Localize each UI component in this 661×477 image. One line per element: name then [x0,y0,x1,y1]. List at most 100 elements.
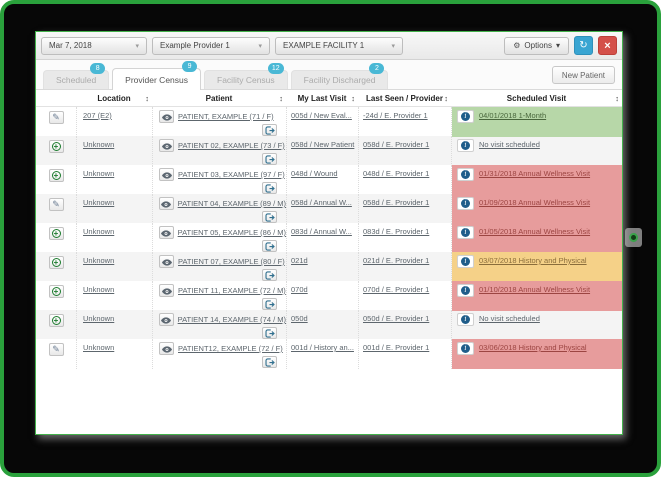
edit-location-button[interactable]: ✎ [49,198,64,211]
transfer-patient-button[interactable] [262,269,277,281]
scheduled-visit-link[interactable]: No visit scheduled [479,314,540,323]
patient-link[interactable]: PATIENT 04, EXAMPLE (89 / M) [178,199,286,208]
info-button[interactable]: i [457,255,474,268]
location-link[interactable]: Unknown [83,256,114,265]
transfer-patient-button[interactable] [262,211,277,223]
info-button[interactable]: i [457,197,474,210]
info-button[interactable]: i [457,342,474,355]
view-patient-button[interactable] [159,284,174,297]
patient-link[interactable]: PATIENT 11, EXAMPLE (72 / M) [178,286,286,295]
info-button[interactable]: i [457,110,474,123]
add-location-button[interactable]: + [49,169,64,182]
location-link[interactable]: Unknown [83,227,114,236]
last-seen-link[interactable]: 050d / E. Provider 1 [363,314,429,323]
my-last-visit-link[interactable]: 001d / History an... [291,343,354,352]
sort-icon[interactable]: ↕ [615,94,619,103]
location-link[interactable]: Unknown [83,198,114,207]
add-location-button[interactable]: + [49,285,64,298]
location-link[interactable]: Unknown [83,314,114,323]
column-header-location[interactable]: Location ↕ [76,94,152,103]
patient-link[interactable]: PATIENT 02, EXAMPLE (73 / F) [178,141,285,150]
tab-provider-census[interactable]: Provider Census 9 [112,68,201,90]
info-button[interactable]: i [457,313,474,326]
last-seen-link[interactable]: 001d / E. Provider 1 [363,343,429,352]
view-patient-button[interactable] [159,226,174,239]
view-patient-button[interactable] [159,139,174,152]
scheduled-visit-link[interactable]: 01/09/2018 Annual Wellness Visit [479,198,590,207]
last-seen-link[interactable]: 048d / E. Provider 1 [363,169,429,178]
add-location-button[interactable]: + [49,256,64,269]
scheduled-visit-link[interactable]: 04/01/2018 1-Month [479,111,546,120]
transfer-patient-button[interactable] [262,124,277,136]
scheduled-visit-link[interactable]: 01/10/2018 Annual Wellness Visit [479,285,590,294]
location-link[interactable]: 207 (E2) [83,111,112,120]
column-header-last-seen[interactable]: Last Seen / Provider ↕ [358,94,451,103]
transfer-patient-button[interactable] [262,153,277,165]
tab-facility-census[interactable]: Facility Census 12 [204,70,288,89]
column-header-patient[interactable]: Patient ↕ [152,94,286,103]
transfer-patient-button[interactable] [262,298,277,310]
transfer-patient-button[interactable] [262,240,277,252]
info-button[interactable]: i [457,139,474,152]
view-patient-button[interactable] [159,197,174,210]
add-location-button[interactable]: + [49,140,64,153]
sort-icon[interactable]: ↕ [351,94,355,103]
sort-icon[interactable]: ↕ [444,94,448,103]
last-seen-link[interactable]: 058d / E. Provider 1 [363,198,429,207]
my-last-visit-link[interactable]: 058d / Annual W... [291,198,352,207]
date-dropdown[interactable]: Mar 7, 2018 ▾ [41,37,147,55]
last-seen-link[interactable]: -24d / E. Provider 1 [363,111,428,120]
tab-scheduled[interactable]: Scheduled 8 [43,70,109,89]
scheduled-visit-link[interactable]: No visit scheduled [479,140,540,149]
view-patient-button[interactable] [159,342,174,355]
edit-location-button[interactable]: ✎ [49,111,64,124]
floating-brand-widget[interactable] [625,228,642,247]
add-location-button[interactable]: + [49,227,64,240]
my-last-visit-link[interactable]: 058d / New Patient [291,140,354,149]
last-seen-link[interactable]: 021d / E. Provider 1 [363,256,429,265]
view-patient-button[interactable] [159,313,174,326]
last-seen-link[interactable]: 083d / E. Provider 1 [363,227,429,236]
refresh-button[interactable]: ↻ [574,36,593,55]
sort-icon[interactable]: ↕ [145,94,149,103]
column-header-scheduled-visit[interactable]: Scheduled Visit ↕ [451,94,622,103]
info-button[interactable]: i [457,226,474,239]
sort-icon[interactable]: ↕ [279,94,283,103]
my-last-visit-link[interactable]: 021d [291,256,308,265]
scheduled-visit-link[interactable]: 03/07/2018 History and Physical [479,256,587,265]
patient-link[interactable]: PATIENT 07, EXAMPLE (80 / F) [178,257,285,266]
location-link[interactable]: Unknown [83,285,114,294]
my-last-visit-link[interactable]: 070d [291,285,308,294]
column-header-my-last-visit[interactable]: My Last Visit ↕ [286,94,358,103]
last-seen-link[interactable]: 058d / E. Provider 1 [363,140,429,149]
my-last-visit-link[interactable]: 083d / Annual W... [291,227,352,236]
my-last-visit-link[interactable]: 005d / New Eval... [291,111,352,120]
my-last-visit-link[interactable]: 050d [291,314,308,323]
patient-link[interactable]: PATIENT 03, EXAMPLE (97 / F) [178,170,285,179]
new-patient-button[interactable]: New Patient [552,66,615,84]
provider-dropdown[interactable]: Example Provider 1 ▾ [152,37,270,55]
patient-link[interactable]: PATIENT 05, EXAMPLE (86 / M) [178,228,286,237]
close-button[interactable]: × [598,36,617,55]
view-patient-button[interactable] [159,255,174,268]
location-link[interactable]: Unknown [83,343,114,352]
view-patient-button[interactable] [159,168,174,181]
tab-facility-discharged[interactable]: Facility Discharged 2 [291,70,389,89]
location-link[interactable]: Unknown [83,140,114,149]
transfer-patient-button[interactable] [262,327,277,339]
scheduled-visit-link[interactable]: 03/06/2018 History and Physical [479,343,587,352]
transfer-patient-button[interactable] [262,356,277,368]
view-patient-button[interactable] [159,110,174,123]
my-last-visit-link[interactable]: 048d / Wound [291,169,338,178]
location-link[interactable]: Unknown [83,169,114,178]
info-button[interactable]: i [457,284,474,297]
last-seen-link[interactable]: 070d / E. Provider 1 [363,285,429,294]
options-button[interactable]: ⚙ Options ▾ [504,37,569,55]
edit-location-button[interactable]: ✎ [49,343,64,356]
scheduled-visit-link[interactable]: 01/05/2018 Annual Wellness Visit [479,227,590,236]
info-button[interactable]: i [457,168,474,181]
add-location-button[interactable]: + [49,314,64,327]
facility-dropdown[interactable]: EXAMPLE FACILITY 1 ▾ [275,37,403,55]
patient-link[interactable]: PATIENT12, EXAMPLE (72 / F) [178,344,283,353]
transfer-patient-button[interactable] [262,182,277,194]
